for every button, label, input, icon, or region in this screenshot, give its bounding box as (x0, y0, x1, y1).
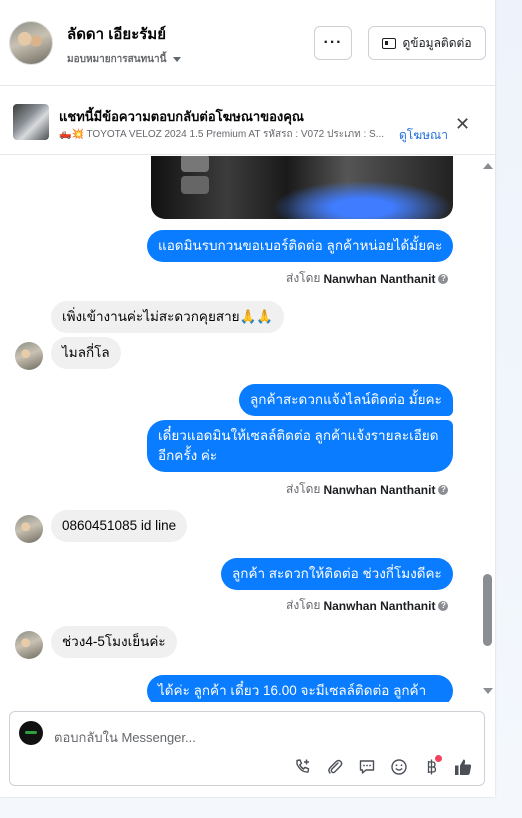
emoji-icon[interactable] (388, 756, 410, 778)
ad-thumbnail[interactable] (13, 104, 49, 140)
contact-avatar-small[interactable] (15, 631, 43, 659)
contact-card-icon (382, 37, 397, 49)
incoming-message[interactable]: ไมลกี่โล (51, 337, 121, 369)
outgoing-message-line: เดี๋ยวแอดมินให้เซลล์ติดต่อ ลูกค้าแจ้งราย… (158, 428, 439, 443)
assign-conversation-dropdown[interactable]: มอบหมายการสนทนานี้ (67, 52, 182, 67)
sent-by-label: ส่งโดย Nanwhan Nanthanit ? (286, 269, 449, 288)
contact-avatar-small[interactable] (15, 515, 43, 543)
ad-reply-banner: แชทนี้มีข้อความตอบกลับต่อโฆษณาของคุณ 🛻💥 … (0, 87, 495, 155)
contact-name[interactable]: ลัดดา เอียะรัมย์ (67, 22, 166, 46)
sent-by-prefix: ส่งโดย (286, 598, 321, 612)
thumbs-up-icon[interactable] (452, 756, 474, 778)
incoming-message[interactable]: 0860451085 id line (51, 510, 188, 542)
call-add-icon[interactable] (292, 756, 314, 778)
outgoing-message[interactable]: ลูกค้าสะดวกแจ้งไลน์ติดต่อ มั้ยคะ (239, 384, 453, 416)
ad-banner-subtitle: 🛻💥 TOYOTA VELOZ 2024 1.5 Premium AT รหัส… (59, 129, 385, 140)
assign-label: มอบหมายการสนทนานี้ (67, 54, 167, 65)
conversation-header: ลัดดา เอียะรัมย์ มอบหมายการสนทนานี้ ··· … (0, 0, 495, 86)
contact-avatar-small[interactable] (15, 342, 43, 370)
message-image-attachment[interactable] (151, 156, 453, 219)
reply-input[interactable]: ตอบกลับใน Messenger... (54, 727, 196, 748)
scrollbar-thumb[interactable] (483, 574, 492, 646)
notification-dot (435, 755, 442, 762)
chat-bubble-icon[interactable] (356, 756, 378, 778)
incoming-message[interactable]: เพิ่งเข้างานค่ะไม่สะดวกคุยสาย🙏🙏 (51, 301, 285, 333)
outgoing-message-line: อีกครั้ง ค่ะ (158, 448, 218, 463)
page-avatar (19, 721, 43, 745)
paperclip-icon[interactable] (324, 756, 346, 778)
sender-name[interactable]: Nanwhan Nanthanit (323, 272, 435, 286)
outgoing-message[interactable]: เดี๋ยวแอดมินให้เซลล์ติดต่อ ลูกค้าแจ้งราย… (147, 420, 453, 472)
sent-by-label: ส่งโดย Nanwhan Nanthanit ? (286, 596, 449, 615)
info-icon[interactable]: ? (438, 273, 449, 284)
scroll-up-arrow[interactable] (483, 163, 493, 169)
reply-composer[interactable]: ตอบกลับใน Messenger... (9, 711, 485, 786)
baht-icon[interactable] (420, 755, 442, 778)
info-icon[interactable]: ? (438, 600, 449, 611)
caret-down-icon (173, 57, 182, 62)
outgoing-message[interactable]: แอดมินรบกวนขอเบอร์ติดต่อ ลูกค้าหน่อยได้ม… (147, 230, 454, 262)
sent-by-prefix: ส่งโดย (286, 482, 321, 496)
ad-banner-title: แชทนี้มีข้อความตอบกลับต่อโฆษณาของคุณ (59, 109, 304, 124)
message-thread: แอดมินรบกวนขอเบอร์ติดต่อ ลูกค้าหน่อยได้ม… (0, 156, 495, 702)
view-ad-link[interactable]: ดูโฆษณา (399, 126, 448, 145)
contact-avatar[interactable] (9, 21, 53, 65)
info-icon[interactable]: ? (438, 484, 449, 495)
sender-name[interactable]: Nanwhan Nanthanit (323, 483, 435, 497)
close-icon[interactable]: ✕ (455, 115, 470, 133)
scroll-down-arrow[interactable] (483, 688, 493, 694)
incoming-message[interactable]: ช่วง4-5โมงเย็นค่ะ (51, 626, 177, 658)
sent-by-prefix: ส่งโดย (286, 271, 321, 285)
sender-name[interactable]: Nanwhan Nanthanit (323, 599, 435, 613)
sent-by-label: ส่งโดย Nanwhan Nanthanit ? (286, 480, 449, 499)
messenger-panel: ลัดดา เอียะรัมย์ มอบหมายการสนทนานี้ ··· … (0, 0, 495, 797)
more-options-button[interactable]: ··· (314, 26, 352, 60)
composer-toolbar (292, 755, 474, 778)
outgoing-message[interactable]: ลูกค้า สะดวกให้ติดต่อ ช่วงกี่โมงดีคะ (221, 558, 453, 590)
view-contact-info-label: ดูข้อมูลติดต่อ (402, 35, 472, 50)
view-contact-info-button[interactable]: ดูข้อมูลติดต่อ (368, 26, 486, 60)
outgoing-message[interactable]: ได้ค่ะ ลูกค้า เดี๋ยว 16.00 จะมีเซลล์ติดต… (147, 675, 453, 702)
